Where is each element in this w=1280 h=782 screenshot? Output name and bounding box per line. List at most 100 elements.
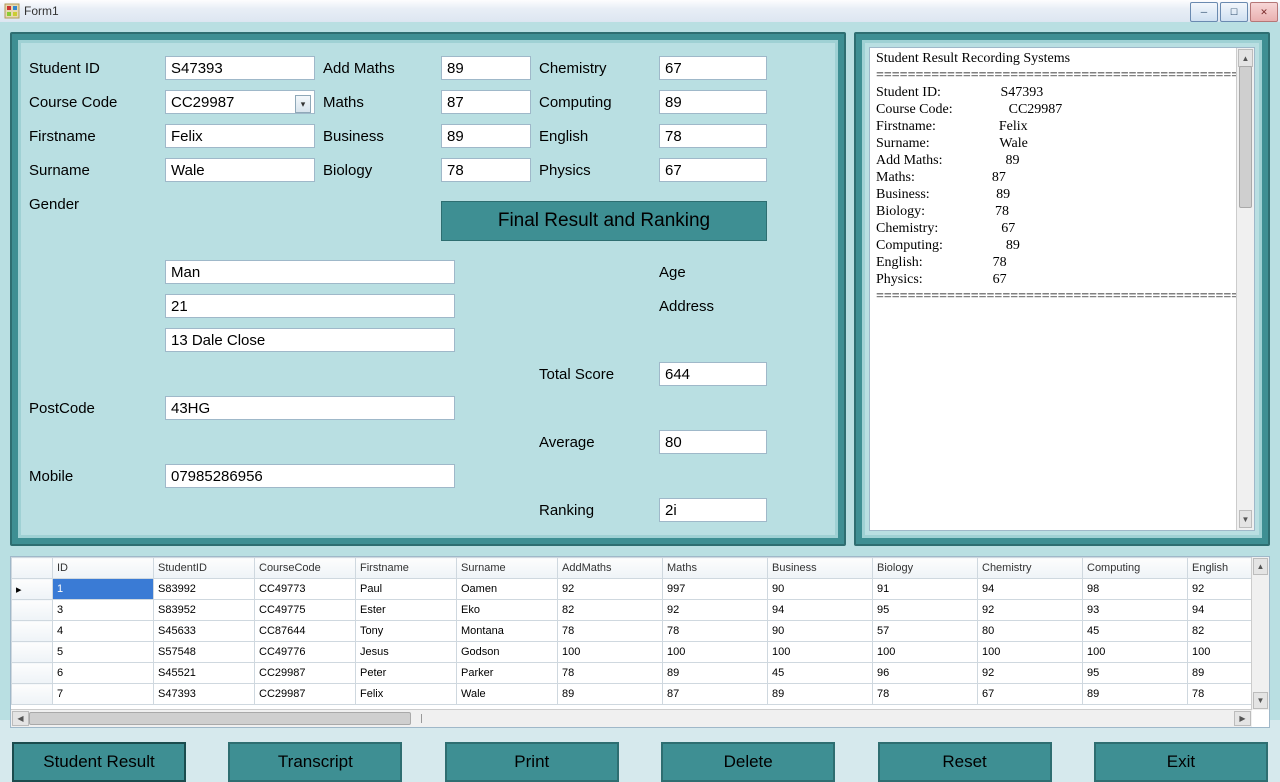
table-cell[interactable]: 89 [558, 684, 663, 705]
column-header[interactable]: AddMaths [558, 558, 663, 579]
address-field[interactable] [165, 328, 455, 352]
receipt-scrollbar[interactable]: ▲ ▼ [1236, 48, 1254, 530]
scroll-left-icon[interactable]: ◀ [12, 711, 29, 726]
table-cell[interactable]: 91 [873, 579, 978, 600]
course-code-combo[interactable]: ▾ [165, 90, 315, 114]
table-cell[interactable]: Wale [457, 684, 558, 705]
table-cell[interactable]: 100 [558, 642, 663, 663]
table-cell[interactable]: Ester [356, 600, 457, 621]
table-cell[interactable]: 57 [873, 621, 978, 642]
student-id-field[interactable] [165, 56, 315, 80]
english-field[interactable] [659, 124, 767, 148]
column-header[interactable]: Maths [663, 558, 768, 579]
table-cell[interactable]: 100 [1083, 642, 1188, 663]
table-row[interactable]: 4S45633CC87644TonyMontana787890578045825… [12, 621, 1271, 642]
table-cell[interactable]: S47393 [154, 684, 255, 705]
titlebar[interactable]: Form1 ─ ☐ ✕ [0, 0, 1280, 23]
chemistry-field[interactable] [659, 56, 767, 80]
grid-v-scrollbar[interactable]: ▲ ▼ [1251, 557, 1269, 710]
scroll-up-icon[interactable]: ▲ [1238, 49, 1253, 67]
table-cell[interactable]: CC87644 [255, 621, 356, 642]
table-cell[interactable]: Tony [356, 621, 457, 642]
table-cell[interactable]: 90 [768, 579, 873, 600]
table-cell[interactable]: 1 [53, 579, 154, 600]
column-header[interactable]: Business [768, 558, 873, 579]
postcode-field[interactable] [165, 396, 455, 420]
table-row[interactable]: ▸1S83992CC49773PaulOamen9299790919498929… [12, 579, 1271, 600]
surname-field[interactable] [165, 158, 315, 182]
table-cell[interactable]: 100 [663, 642, 768, 663]
table-cell[interactable]: CC49773 [255, 579, 356, 600]
chevron-down-icon[interactable]: ▾ [295, 95, 311, 113]
close-button[interactable]: ✕ [1250, 2, 1278, 22]
table-cell[interactable]: Paul [356, 579, 457, 600]
table-cell[interactable]: S45521 [154, 663, 255, 684]
table-cell[interactable]: 78 [873, 684, 978, 705]
table-cell[interactable]: 87 [663, 684, 768, 705]
table-cell[interactable]: 78 [663, 621, 768, 642]
table-cell[interactable]: CC29987 [255, 663, 356, 684]
table-cell[interactable]: 94 [978, 579, 1083, 600]
total-score-field[interactable] [659, 362, 767, 386]
table-cell[interactable]: 92 [558, 579, 663, 600]
table-row[interactable]: 5S57548CC49776JesusGodson100100100100100… [12, 642, 1271, 663]
scroll-thumb[interactable] [1239, 66, 1252, 208]
table-cell[interactable]: 90 [768, 621, 873, 642]
table-cell[interactable]: CC29987 [255, 684, 356, 705]
receipt-textarea[interactable]: Student Result Recording Systems =======… [869, 47, 1255, 531]
table-cell[interactable]: 7 [53, 684, 154, 705]
add-maths-field[interactable] [441, 56, 531, 80]
biology-field[interactable] [441, 158, 531, 182]
exit-button[interactable]: Exit [1094, 742, 1268, 782]
reset-button[interactable]: Reset [878, 742, 1052, 782]
table-cell[interactable]: 82 [558, 600, 663, 621]
column-header[interactable]: StudentID [154, 558, 255, 579]
table-cell[interactable]: Godson [457, 642, 558, 663]
table-cell[interactable]: 45 [768, 663, 873, 684]
table-cell[interactable]: 78 [558, 621, 663, 642]
table-cell[interactable]: Oamen [457, 579, 558, 600]
transcript-button[interactable]: Transcript [228, 742, 402, 782]
table-cell[interactable]: Felix [356, 684, 457, 705]
scroll-down-icon[interactable]: ▼ [1253, 692, 1268, 709]
table-cell[interactable]: 100 [873, 642, 978, 663]
table-cell[interactable]: S83992 [154, 579, 255, 600]
table-row[interactable]: 7S47393CC29987FelixWale8987897867897867 [12, 684, 1271, 705]
mobile-field[interactable] [165, 464, 455, 488]
table-cell[interactable]: 45 [1083, 621, 1188, 642]
table-cell[interactable]: 94 [768, 600, 873, 621]
firstname-field[interactable] [165, 124, 315, 148]
table-cell[interactable]: 5 [53, 642, 154, 663]
ranking-field[interactable] [659, 498, 767, 522]
column-header[interactable]: Computing [1083, 558, 1188, 579]
table-cell[interactable]: 6 [53, 663, 154, 684]
table-cell[interactable]: 3 [53, 600, 154, 621]
column-header[interactable]: CourseCode [255, 558, 356, 579]
table-cell[interactable]: S45633 [154, 621, 255, 642]
column-header[interactable]: Biology [873, 558, 978, 579]
table-cell[interactable]: 93 [1083, 600, 1188, 621]
computing-field[interactable] [659, 90, 767, 114]
table-cell[interactable]: Jesus [356, 642, 457, 663]
physics-field[interactable] [659, 158, 767, 182]
average-field[interactable] [659, 430, 767, 454]
table-cell[interactable]: Peter [356, 663, 457, 684]
maximize-button[interactable]: ☐ [1220, 2, 1248, 22]
table-cell[interactable]: Montana [457, 621, 558, 642]
column-header[interactable]: Chemistry [978, 558, 1083, 579]
table-cell[interactable]: 92 [978, 663, 1083, 684]
column-header[interactable]: Surname [457, 558, 558, 579]
course-code-field[interactable] [165, 90, 315, 114]
table-cell[interactable]: S57548 [154, 642, 255, 663]
table-cell[interactable]: S83952 [154, 600, 255, 621]
table-cell[interactable]: 80 [978, 621, 1083, 642]
table-cell[interactable]: CC49776 [255, 642, 356, 663]
table-row[interactable]: 3S83952CC49775EsterEko8292949592939497 [12, 600, 1271, 621]
table-row[interactable]: 6S45521CC29987PeterParker788945969295899… [12, 663, 1271, 684]
business-field[interactable] [441, 124, 531, 148]
table-cell[interactable]: 100 [768, 642, 873, 663]
table-cell[interactable]: CC49775 [255, 600, 356, 621]
column-header[interactable]: Firstname [356, 558, 457, 579]
table-cell[interactable]: 997 [663, 579, 768, 600]
scroll-down-icon[interactable]: ▼ [1239, 510, 1252, 528]
